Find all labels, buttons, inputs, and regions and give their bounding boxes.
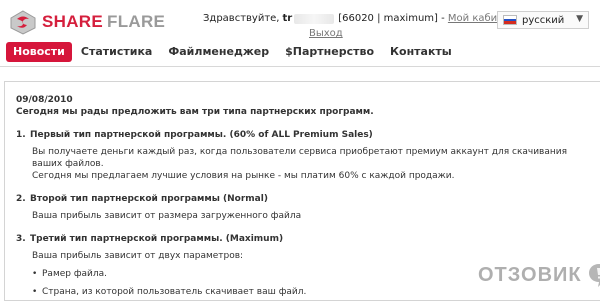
nav-contacts[interactable]: Контакты (383, 42, 459, 62)
logo-icon (10, 10, 36, 35)
program-1: 1. Первый тип партнерской программы. (60… (16, 129, 586, 141)
username: tr (282, 13, 293, 24)
program-number: 3. (16, 234, 26, 244)
logout-link[interactable]: Выход (309, 28, 343, 39)
program-description: Сегодня мы предлагаем лучшие условия на … (32, 171, 455, 181)
logo-primary: SHARE (42, 12, 104, 31)
program-description: Ваша прибыль зависит от размера загружен… (32, 211, 302, 221)
watermark-text: ОТЗОВИК (478, 263, 582, 286)
chevron-down-icon: ▼ (576, 14, 583, 24)
greeting-text: Здравствуйте, (203, 13, 280, 24)
program-2: 2. Второй тип партнерской программы (Nor… (16, 193, 586, 205)
watermark: ОТЗОВИК (478, 260, 600, 290)
logo[interactable]: SHARE FLARE (8, 9, 165, 35)
language-value: русский (522, 14, 565, 26)
nav-divider (0, 66, 600, 67)
account-info: [66020 | maximum] - (338, 13, 445, 24)
nav-statistics[interactable]: Статистика (74, 42, 159, 62)
list-item-text: Страна, из которой пользователь скачивае… (42, 287, 307, 297)
logo-text: SHARE FLARE (42, 12, 165, 32)
program-description: Вы получаете деньги каждый раз, когда по… (32, 147, 568, 169)
program-title: Первый тип партнерской программы. (60% o… (30, 130, 373, 140)
language-select[interactable]: русский ▼ (497, 11, 589, 29)
russia-flag-icon (503, 15, 517, 25)
list-item-text: Рамер файла. (42, 269, 108, 279)
logo-secondary: FLARE (107, 12, 166, 31)
nav-partnership[interactable]: $Партнерство (278, 42, 381, 62)
program-title: Второй тип партнерской программы (Normal… (30, 194, 268, 204)
greeting-line: Здравствуйте, tr [66020 | maximum] - Мой… (203, 13, 522, 24)
program-number: 2. (16, 194, 26, 204)
program-number: 1. (16, 130, 26, 140)
news-intro: Сегодня мы рады предложить вам три типа … (16, 107, 374, 117)
watermark-icon (588, 264, 600, 287)
username-redacted (294, 13, 335, 24)
program-3: 3. Третий тип партнерской программы. (Ma… (16, 233, 586, 245)
bullet-icon: • (32, 287, 38, 297)
main-nav: Новости Статистика Файлменеджер $Партнер… (6, 41, 461, 63)
nav-news[interactable]: Новости (6, 42, 72, 62)
program-title: Третий тип партнерской программы. (Maxim… (30, 234, 284, 244)
bullet-icon: • (32, 269, 38, 279)
nav-file-manager[interactable]: Файлменеджер (161, 42, 276, 62)
news-date: 09/08/2010 (16, 95, 73, 105)
